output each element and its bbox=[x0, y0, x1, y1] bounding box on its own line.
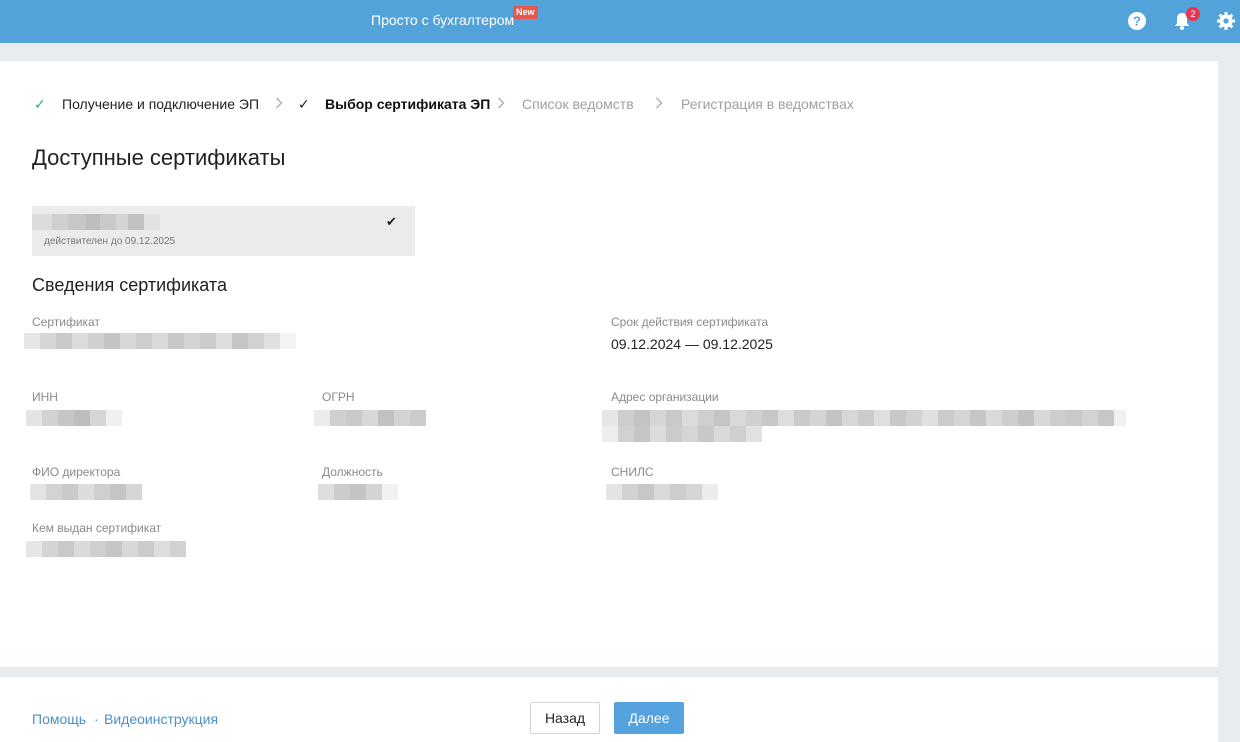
svg-text:?: ? bbox=[1133, 14, 1141, 29]
redacted-inn bbox=[26, 410, 122, 426]
redacted-address-line-1 bbox=[602, 410, 1126, 426]
footer: Помощь · Видеоинструкция Назад Далее bbox=[0, 677, 1218, 742]
step-3: Список ведомств bbox=[522, 96, 634, 112]
redacted-certificate-name bbox=[32, 214, 160, 230]
redacted-snils bbox=[606, 484, 718, 500]
redacted-address-line-2 bbox=[602, 426, 762, 442]
redacted-certificate-value bbox=[24, 333, 296, 349]
certificate-card[interactable]: действителен до 09.12.2025 ✔ bbox=[32, 206, 415, 256]
snils-label: СНИЛС bbox=[611, 465, 654, 479]
new-badge: New bbox=[513, 6, 538, 19]
redacted-position bbox=[318, 484, 398, 500]
next-button[interactable]: Далее bbox=[614, 702, 684, 734]
certificate-validity: действителен до 09.12.2025 bbox=[44, 236, 176, 247]
ogrn-label: ОГРН bbox=[322, 390, 355, 404]
issuer-label: Кем выдан сертификат bbox=[32, 521, 162, 535]
position-label: Должность bbox=[322, 465, 383, 479]
details-title: Сведения сертификата bbox=[32, 275, 227, 295]
address-label: Адрес организации bbox=[611, 390, 719, 404]
validity-period-value: 09.12.2024 — 09.12.2025 bbox=[611, 336, 773, 352]
help-icon[interactable]: ? bbox=[1127, 11, 1147, 31]
selected-check-icon: ✔ bbox=[386, 214, 397, 229]
footer-separator: · bbox=[94, 711, 99, 727]
certificate-label: Сертификат bbox=[32, 315, 100, 329]
video-instruction-link[interactable]: Видеоинструкция bbox=[104, 711, 218, 727]
help-link[interactable]: Помощь bbox=[32, 711, 86, 727]
main-panel: ✓ Получение и подключение ЭП ✓ Выбор сер… bbox=[0, 61, 1218, 667]
brand-title[interactable]: Просто с бухгалтером bbox=[371, 12, 514, 28]
step-4: Регистрация в ведомствах bbox=[681, 96, 854, 112]
back-button[interactable]: Назад bbox=[530, 702, 600, 734]
gear-icon[interactable] bbox=[1216, 11, 1236, 31]
page-title: Доступные сертификаты bbox=[32, 145, 286, 170]
chevron-right-icon bbox=[656, 97, 663, 109]
inn-label: ИНН bbox=[32, 390, 58, 404]
chevron-right-icon bbox=[276, 97, 283, 109]
step-1[interactable]: Получение и подключение ЭП bbox=[62, 96, 259, 112]
notification-count-badge: 2 bbox=[1186, 7, 1200, 21]
redacted-issuer bbox=[26, 541, 186, 557]
director-label: ФИО директора bbox=[32, 465, 121, 479]
step-current-check-icon: ✓ bbox=[298, 96, 310, 112]
step-2[interactable]: Выбор сертификата ЭП bbox=[325, 96, 490, 112]
top-bar: Просто с бухгалтером New ? 2 bbox=[0, 0, 1240, 43]
redacted-director bbox=[30, 484, 142, 500]
validity-period-label: Срок действия сертификата bbox=[611, 315, 769, 329]
chevron-right-icon bbox=[498, 97, 505, 109]
step-done-check-icon: ✓ bbox=[34, 96, 46, 112]
redacted-ogrn bbox=[314, 410, 426, 426]
